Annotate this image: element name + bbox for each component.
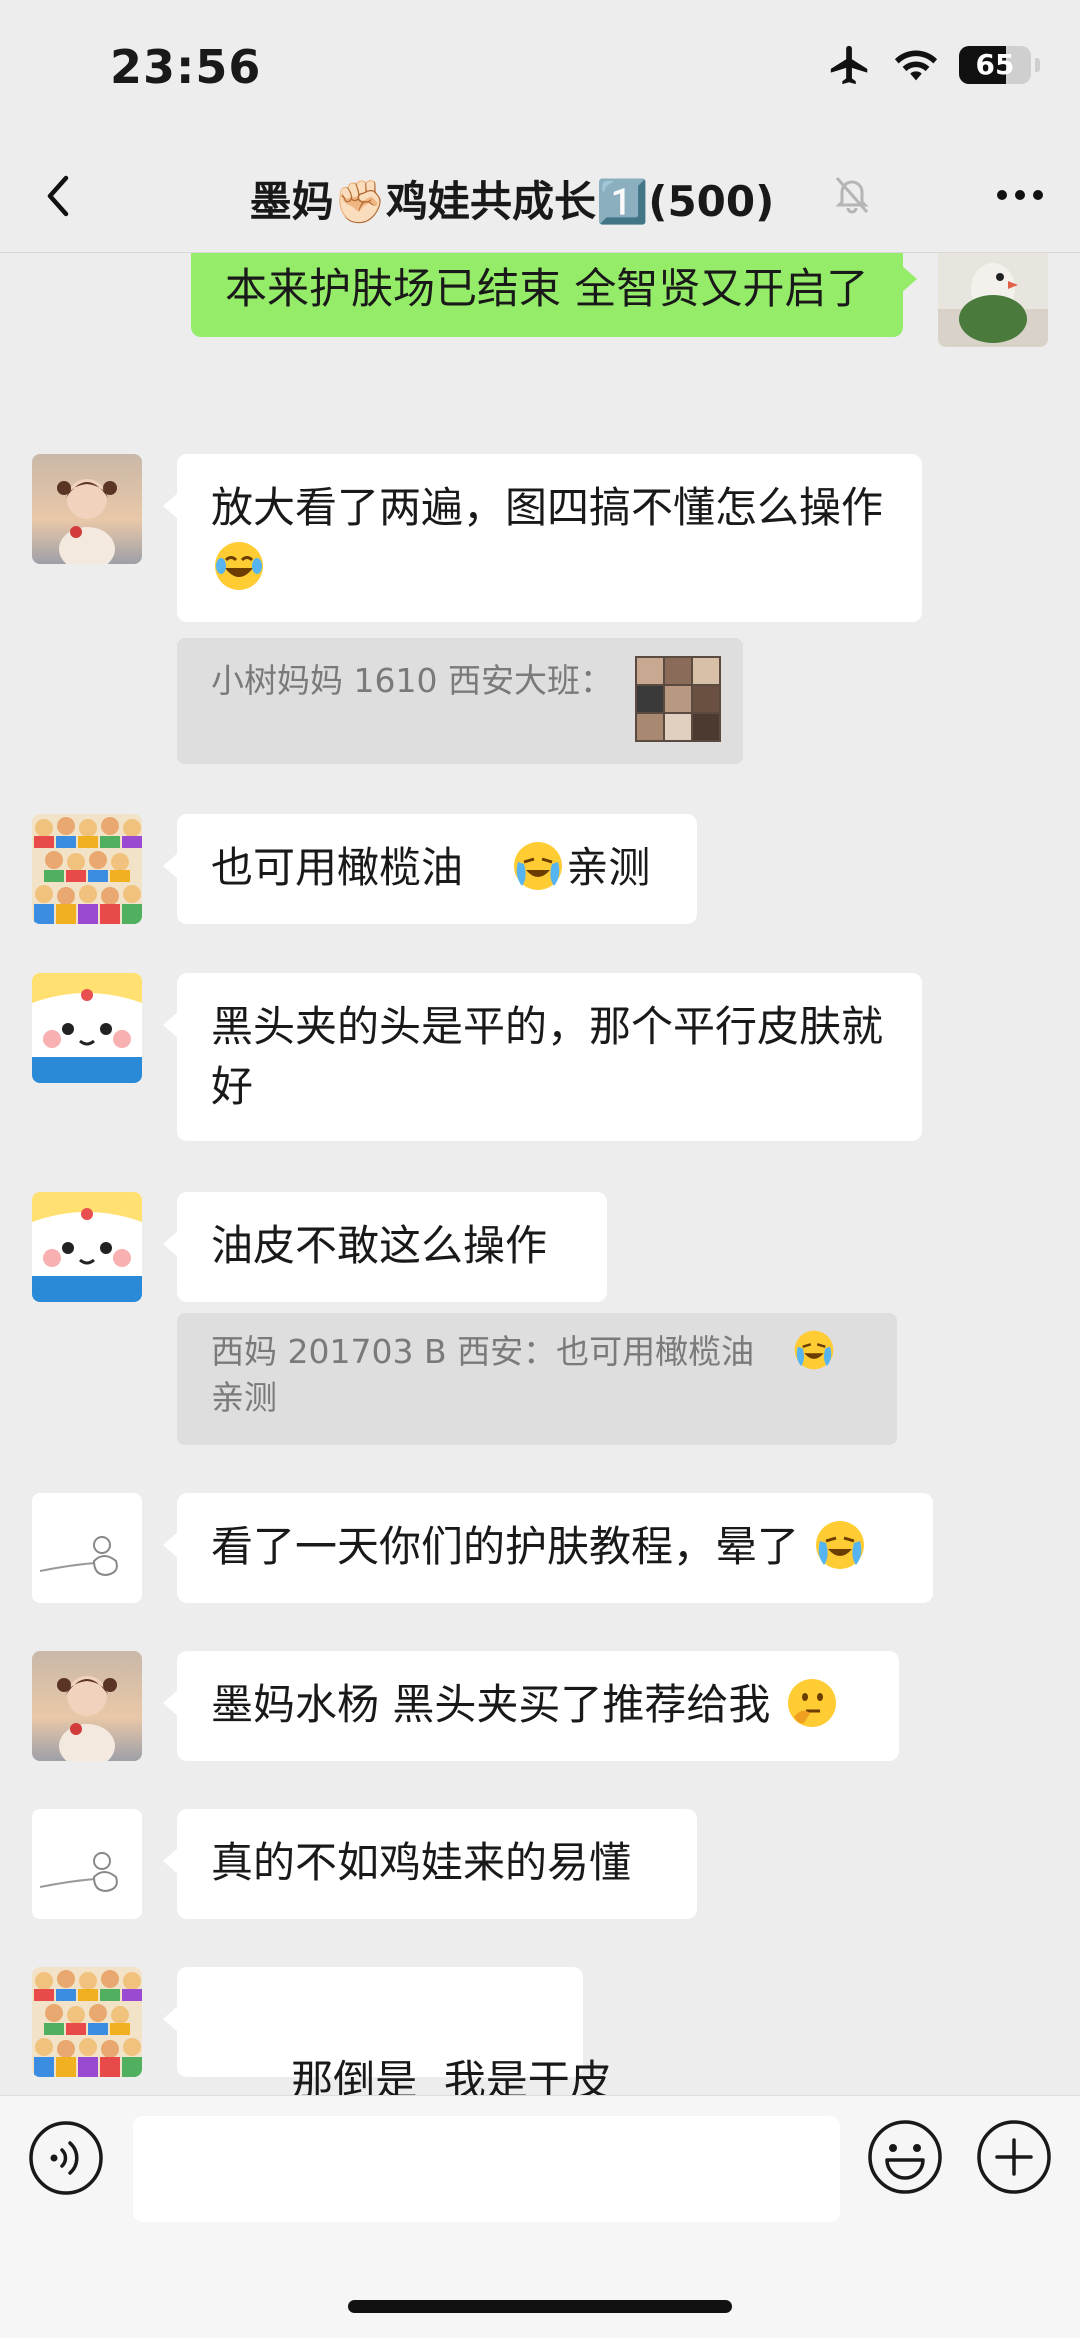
message-bubble[interactable]: 本来护肤场已结束 全智贤又开启了 [191, 253, 917, 337]
mute-bell-icon [835, 177, 869, 214]
crying-laughing-emoji [816, 1521, 865, 1569]
wifi-icon [894, 50, 938, 81]
chat-area[interactable]: 本来护肤场已结束 全智贤又开启了 放大看了两遍，图四搞不懂怎么操作 小树妈妈 1… [0, 253, 1080, 2095]
message-input[interactable] [133, 2116, 840, 2222]
quoted-image-thumbnail [635, 656, 721, 742]
quoted-message[interactable]: 西妈 201703 B 西安：也可用橄榄油 亲测 [177, 1313, 897, 1445]
airplane-icon [830, 45, 868, 85]
message-bubble[interactable]: 墨妈水杨 黑头夹买了推荐给我 [163, 1651, 899, 1761]
laughing-tears-emoji [215, 542, 263, 590]
emoji-icon[interactable] [866, 2118, 944, 2196]
message-text: 油皮不敢这么操作 [211, 1221, 548, 1270]
message-text: 放大看了两遍，图四搞不懂怎么操作 [211, 483, 884, 532]
chat-title-text: 墨妈✊🏻鸡娃共成长1️⃣(500) [249, 177, 775, 226]
sketch-avatar-image [32, 1493, 142, 1603]
battery-percent: 65 [975, 48, 1015, 81]
avatar[interactable] [32, 1192, 142, 1302]
plus-icon[interactable] [975, 2118, 1053, 2196]
message-bubble[interactable]: 看了一天你们的护肤教程，晕了 [163, 1493, 933, 1603]
message-text: 那倒是 我是干皮 [291, 2056, 612, 2095]
message-text-part1: 也可用橄榄油 [211, 843, 464, 892]
more-icon[interactable] [988, 170, 1052, 220]
avatar[interactable] [938, 253, 1048, 347]
message-text: 黑头夹的头是平的，那个平行皮肤就好 [211, 1002, 884, 1111]
quoted-text-line2: 亲测 [211, 1378, 277, 1417]
status-bar: 23:56 65 [0, 0, 1080, 140]
cartoon-face-avatar-image [32, 973, 142, 1083]
message-bubble[interactable]: 放大看了两遍，图四搞不懂怎么操作 [163, 454, 922, 622]
quoted-text-line1: 西妈 201703 B 西安：也可用橄榄油 [211, 1332, 755, 1371]
message-text: 本来护肤场已结束 全智贤又开启了 [225, 264, 869, 313]
message-text: 墨妈水杨 黑头夹买了推荐给我 [211, 1680, 771, 1729]
cartoon-face-avatar-image [32, 1192, 142, 1302]
girl-avatar-image [32, 454, 142, 564]
girl-avatar-image [32, 1651, 142, 1761]
home-indicator [348, 2300, 732, 2313]
message-text: 看了一天你们的护肤教程，晕了 [211, 1522, 800, 1571]
sketch-avatar-image [32, 1809, 142, 1919]
status-icons: 65 [827, 42, 1040, 88]
chat-header: 墨妈✊🏻鸡娃共成长1️⃣(500) [0, 140, 1080, 253]
thinking-emoji [787, 1679, 836, 1727]
avatar[interactable] [32, 1493, 142, 1603]
message-text: 真的不如鸡娃来的易懂 [211, 1838, 632, 1887]
avatar[interactable] [32, 814, 142, 924]
crowd-avatar-image [32, 1967, 142, 2077]
avatar[interactable] [32, 1809, 142, 1919]
crying-laughing-emoji [514, 842, 563, 890]
avatar[interactable] [32, 1651, 142, 1761]
message-bubble[interactable]: 油皮不敢这么操作 [163, 1192, 607, 1302]
crying-laughing-emoji [794, 1330, 833, 1370]
crowd-avatar-image [32, 814, 142, 924]
status-time: 23:56 [110, 40, 262, 94]
message-bubble[interactable]: 真的不如鸡娃来的易懂 [163, 1809, 697, 1919]
message-bubble[interactable]: 那倒是 我是干皮 [163, 1967, 612, 2095]
message-bubble[interactable]: 也可用橄榄油 亲测 [163, 814, 697, 924]
message-text-part2: 亲测 [566, 843, 651, 892]
avatar[interactable] [32, 973, 142, 1083]
chat-title[interactable]: 墨妈✊🏻鸡娃共成长1️⃣(500) [0, 168, 1080, 229]
bird-avatar-image [938, 253, 1048, 347]
quoted-message[interactable]: 小树妈妈 1610 西安大班： [177, 638, 743, 764]
message-bubble[interactable]: 黑头夹的头是平的，那个平行皮肤就好 [163, 973, 922, 1141]
quoted-text: 小树妈妈 1610 西安大班： [211, 661, 613, 700]
avatar[interactable] [32, 1967, 142, 2077]
battery-indicator: 65 [959, 46, 1031, 84]
voice-icon[interactable] [28, 2120, 104, 2196]
avatar[interactable] [32, 454, 142, 564]
